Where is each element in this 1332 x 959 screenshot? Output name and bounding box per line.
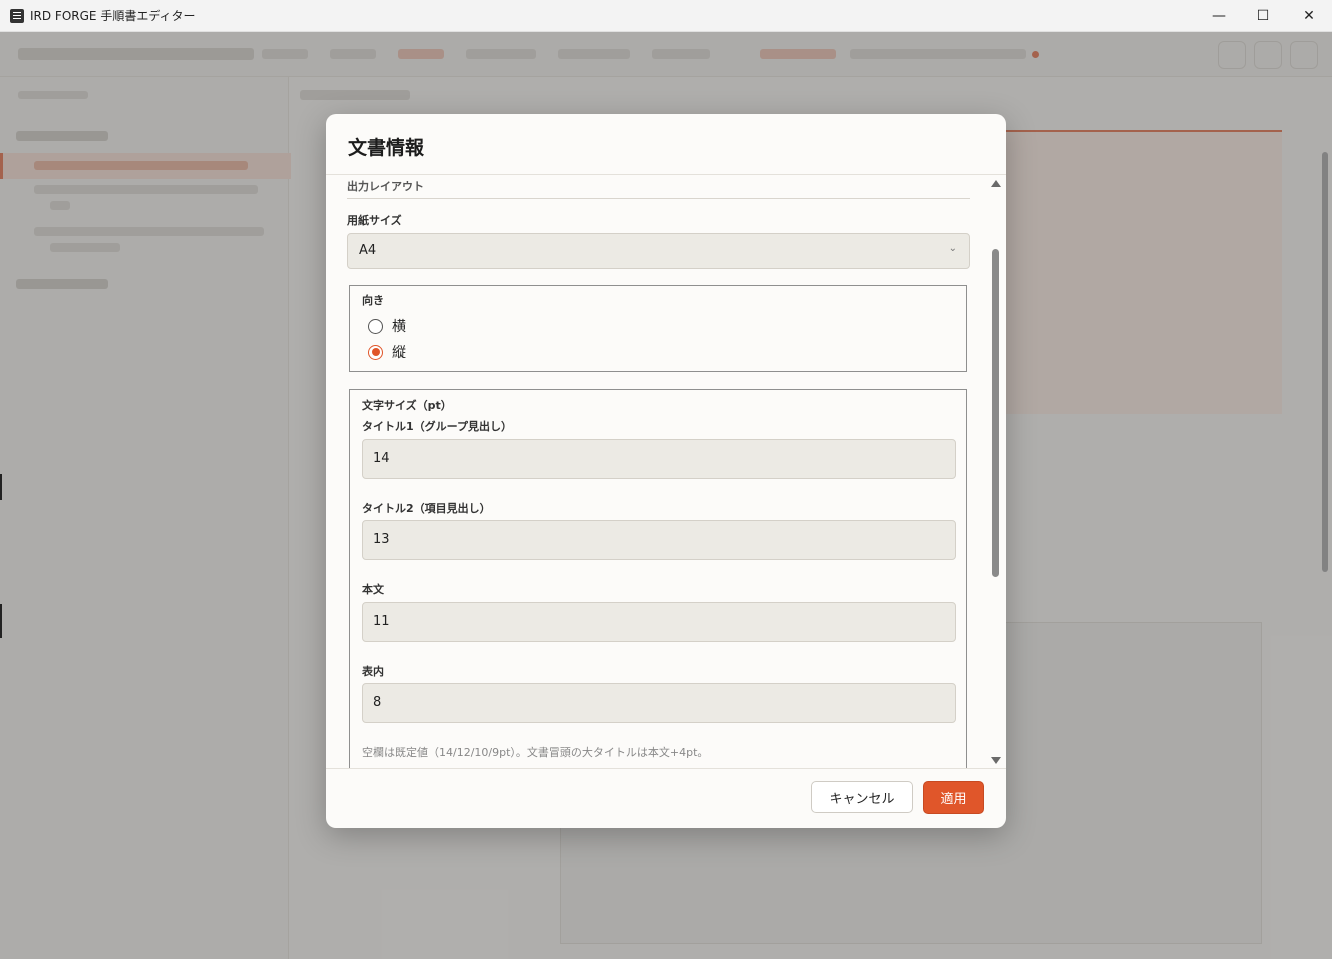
title2-size-value: 13 bbox=[373, 532, 390, 547]
edge-mark bbox=[0, 474, 2, 500]
maximize-icon: ☐ bbox=[1256, 7, 1270, 24]
font-size-legend: 文字サイズ（pt） bbox=[362, 399, 452, 412]
table-size-value: 8 bbox=[373, 695, 382, 710]
minimize-icon: — bbox=[1212, 7, 1226, 24]
radio-landscape[interactable] bbox=[368, 318, 383, 334]
window-titlebar: IRD FORGE 手順書エディター — ☐ ✕ bbox=[0, 0, 1332, 32]
title2-size-input[interactable]: 13 bbox=[362, 520, 956, 560]
body-size-input[interactable]: 11 bbox=[362, 602, 956, 642]
section-divider bbox=[347, 198, 970, 199]
close-icon: ✕ bbox=[1303, 7, 1315, 24]
title1-size-input[interactable]: 14 bbox=[362, 439, 956, 479]
chevron-down-icon: ⌄ bbox=[948, 243, 957, 254]
orientation-legend: 向き bbox=[362, 294, 384, 307]
title2-size-label: タイトル2（項目見出し） bbox=[362, 502, 491, 515]
scrollbar-thumb[interactable] bbox=[992, 249, 999, 577]
cancel-button[interactable]: キャンセル bbox=[811, 781, 913, 813]
body-size-value: 11 bbox=[373, 614, 390, 629]
dialog-title: 文書情報 bbox=[348, 137, 425, 159]
title1-size-label: タイトル1（グループ見出し） bbox=[362, 420, 512, 433]
edge-mark bbox=[0, 604, 2, 638]
table-size-input[interactable]: 8 bbox=[362, 683, 956, 723]
font-size-fieldset: 文字サイズ（pt） タイトル1（グループ見出し） 14 タイトル2（項目見出し）… bbox=[349, 389, 967, 768]
document-info-dialog: 文書情報 出力レイアウト 用紙サイズ A4 ⌄ 向き 横 縦 文字サイズ（pt）… bbox=[326, 114, 1006, 828]
section-label-output-layout: 出力レイアウト bbox=[347, 180, 424, 193]
radio-portrait[interactable] bbox=[368, 344, 383, 360]
window-title: IRD FORGE 手順書エディター bbox=[30, 9, 196, 23]
font-size-hint: 空欄は既定値（14/12/10/9pt）。文書冒頭の大タイトルは本文+4pt。 bbox=[362, 746, 709, 759]
radio-portrait-label: 縦 bbox=[392, 345, 406, 361]
close-window-button[interactable]: ✕ bbox=[1286, 0, 1332, 31]
orientation-fieldset: 向き 横 縦 bbox=[349, 285, 967, 372]
title1-size-value: 14 bbox=[373, 451, 390, 466]
table-size-label: 表内 bbox=[362, 665, 384, 678]
paper-size-value: A4 bbox=[359, 243, 377, 258]
apply-button[interactable]: 適用 bbox=[923, 781, 984, 814]
orientation-option-landscape[interactable]: 横 bbox=[368, 316, 406, 336]
paper-size-label: 用紙サイズ bbox=[347, 214, 402, 227]
scroll-down-arrow-icon[interactable] bbox=[991, 757, 1001, 764]
minimize-button[interactable]: — bbox=[1196, 0, 1242, 31]
radio-landscape-label: 横 bbox=[392, 319, 406, 335]
scroll-up-arrow-icon[interactable] bbox=[991, 180, 1001, 187]
maximize-button[interactable]: ☐ bbox=[1240, 0, 1286, 31]
paper-size-select[interactable]: A4 ⌄ bbox=[347, 233, 970, 269]
body-size-label: 本文 bbox=[362, 583, 384, 596]
dialog-body[interactable]: 出力レイアウト 用紙サイズ A4 ⌄ 向き 横 縦 文字サイズ（pt） タイトル… bbox=[326, 175, 1006, 768]
dialog-scrollbar[interactable] bbox=[988, 175, 1002, 768]
dialog-footer-divider bbox=[326, 768, 1006, 769]
orientation-option-portrait[interactable]: 縦 bbox=[368, 342, 406, 362]
app-icon bbox=[10, 8, 24, 23]
